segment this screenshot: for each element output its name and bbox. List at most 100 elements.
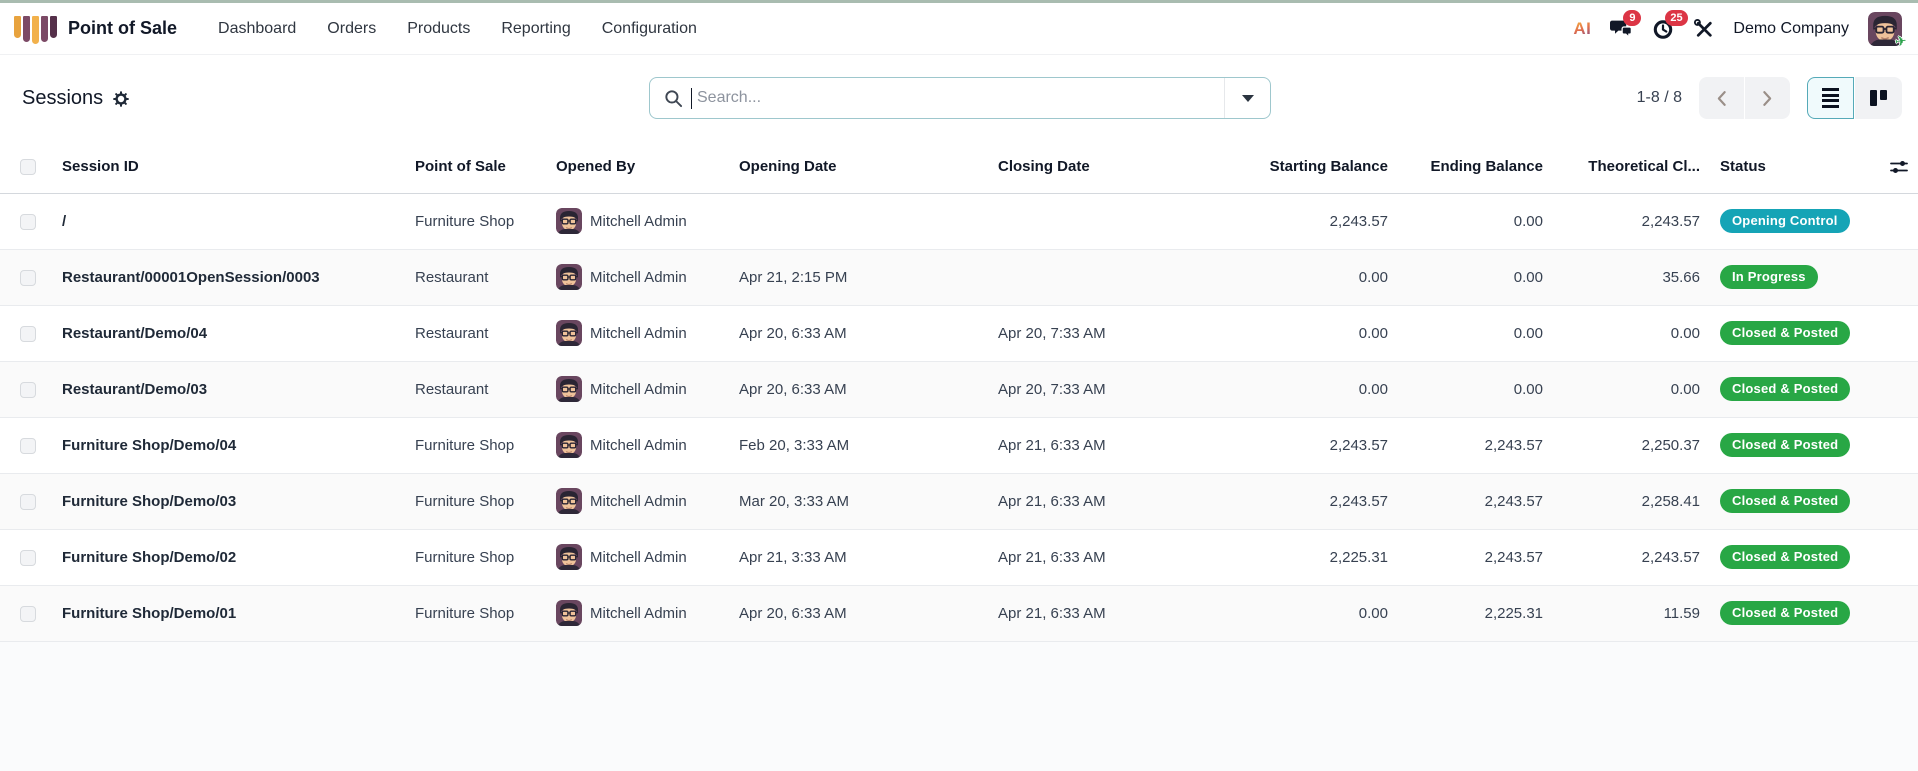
user-avatar-icon	[556, 320, 582, 346]
theoretical-closing-cell: 2,258.41	[1547, 472, 1704, 529]
action-menu-button[interactable]	[113, 91, 129, 107]
company-switcher[interactable]: Demo Company	[1733, 20, 1849, 38]
session-id-cell: Furniture Shop/Demo/04	[46, 416, 411, 473]
table-row[interactable]: Furniture Shop/Demo/04 Furniture Shop Mi…	[0, 416, 1918, 473]
theoretical-closing-cell: 0.00	[1547, 304, 1704, 361]
menu-dashboard[interactable]: Dashboard	[205, 12, 309, 46]
column-header-closing-date[interactable]: Closing Date	[994, 141, 1249, 194]
column-header-starting-balance[interactable]: Starting Balance	[1249, 141, 1392, 194]
table-row[interactable]: Furniture Shop/Demo/01 Furniture Shop Mi…	[0, 584, 1918, 642]
opening-date-cell: Apr 20, 6:33 AM	[735, 584, 994, 642]
session-id-cell: Furniture Shop/Demo/01	[46, 584, 411, 642]
theoretical-closing-cell: 0.00	[1547, 360, 1704, 417]
user-avatar-icon	[556, 208, 582, 234]
row-checkbox[interactable]	[20, 605, 36, 622]
closing-date-cell: Apr 20, 7:33 AM	[994, 304, 1249, 361]
activities-button[interactable]: 25	[1652, 9, 1688, 40]
ending-balance-cell: 2,243.57	[1392, 416, 1547, 473]
column-header-ending-balance[interactable]: Ending Balance	[1392, 141, 1547, 194]
session-id-cell: Restaurant/Demo/04	[46, 304, 411, 361]
opened-by-cell: Mitchell Admin	[552, 472, 735, 529]
row-checkbox[interactable]	[20, 381, 36, 398]
session-id-cell: /	[46, 192, 411, 249]
column-header-opened-by[interactable]: Opened By	[552, 141, 735, 194]
starting-balance-cell: 0.00	[1249, 360, 1392, 417]
column-header-theoretical-closing[interactable]: Theoretical Cl...	[1547, 141, 1704, 194]
table-row[interactable]: Restaurant/00001OpenSession/0003 Restaur…	[0, 248, 1918, 305]
user-avatar-icon	[556, 376, 582, 402]
starting-balance-cell: 0.00	[1249, 584, 1392, 642]
table-row[interactable]: Furniture Shop/Demo/02 Furniture Shop Mi…	[0, 528, 1918, 585]
select-all-checkbox[interactable]	[20, 159, 36, 176]
column-header-opening-date[interactable]: Opening Date	[735, 141, 994, 194]
table-row[interactable]: Restaurant/Demo/04 Restaurant Mitchell A…	[0, 304, 1918, 361]
point-of-sale-logo-icon	[14, 14, 57, 44]
opened-by-cell: Mitchell Admin	[552, 304, 735, 361]
table-header-row: Session ID Point of Sale Opened By Openi…	[0, 141, 1918, 194]
opening-date-cell: Mar 20, 3:33 AM	[735, 472, 994, 529]
opened-by-name: Mitchell Admin	[590, 212, 687, 230]
pager-next-button[interactable]	[1745, 77, 1790, 119]
status-badge: Closed & Posted	[1720, 321, 1851, 345]
column-header-point-of-sale[interactable]: Point of Sale	[411, 141, 552, 194]
opening-date-cell	[735, 192, 994, 249]
apps-menu-button[interactable]: Point of Sale	[14, 14, 177, 44]
search-dropdown-toggle[interactable]	[1224, 78, 1270, 118]
messages-count-badge: 9	[1623, 10, 1642, 26]
ending-balance-cell: 0.00	[1392, 248, 1547, 305]
opened-by-cell: Mitchell Admin	[552, 416, 735, 473]
opened-by-name: Mitchell Admin	[590, 380, 687, 398]
caret-down-icon	[1241, 94, 1254, 102]
ending-balance-cell: 0.00	[1392, 192, 1547, 249]
status-badge: In Progress	[1720, 265, 1818, 289]
ai-assistant-icon[interactable]: AI	[1573, 19, 1591, 39]
search-input[interactable]	[693, 89, 1224, 107]
user-avatar-icon	[556, 544, 582, 570]
pager-range[interactable]: 1-8 / 8	[1637, 89, 1682, 107]
column-header-session-id[interactable]: Session ID	[46, 141, 411, 194]
row-checkbox[interactable]	[20, 549, 36, 566]
session-id-cell: Restaurant/Demo/03	[46, 360, 411, 417]
point-of-sale-cell: Furniture Shop	[411, 416, 552, 473]
opening-date-cell: Apr 21, 3:33 AM	[735, 528, 994, 585]
theoretical-closing-cell: 2,243.57	[1547, 192, 1704, 249]
session-id-cell: Furniture Shop/Demo/02	[46, 528, 411, 585]
list-view-button[interactable]	[1807, 77, 1854, 119]
optional-columns-toggle[interactable]	[1888, 160, 1914, 174]
row-checkbox[interactable]	[20, 437, 36, 454]
table-row[interactable]: Restaurant/Demo/03 Restaurant Mitchell A…	[0, 360, 1918, 417]
row-checkbox[interactable]	[20, 213, 36, 230]
table-row[interactable]: Furniture Shop/Demo/03 Furniture Shop Mi…	[0, 472, 1918, 529]
ending-balance-cell: 2,243.57	[1392, 528, 1547, 585]
activities-count-badge: 25	[1665, 9, 1688, 26]
starting-balance-cell: 2,225.31	[1249, 528, 1392, 585]
menu-reporting[interactable]: Reporting	[488, 12, 583, 46]
point-of-sale-cell: Furniture Shop	[411, 192, 552, 249]
messages-button[interactable]: 9	[1610, 10, 1642, 39]
opened-by-name: Mitchell Admin	[590, 492, 687, 510]
opened-by-name: Mitchell Admin	[590, 268, 687, 286]
row-checkbox[interactable]	[20, 325, 36, 342]
point-of-sale-cell: Restaurant	[411, 304, 552, 361]
session-id-cell: Furniture Shop/Demo/03	[46, 472, 411, 529]
status-badge: Closed & Posted	[1720, 545, 1851, 569]
opening-date-cell: Apr 21, 2:15 PM	[735, 248, 994, 305]
pager-previous-button[interactable]	[1699, 77, 1744, 119]
menu-products[interactable]: Products	[394, 12, 483, 46]
kanban-view-button[interactable]	[1855, 77, 1902, 119]
column-header-status[interactable]: Status	[1704, 141, 1884, 194]
row-checkbox[interactable]	[20, 493, 36, 510]
status-badge: Closed & Posted	[1720, 601, 1851, 625]
user-menu-avatar[interactable]: ✈	[1868, 11, 1908, 49]
user-avatar-icon	[556, 600, 582, 626]
table-row[interactable]: / Furniture Shop Mitchell Admin 2,243.57…	[0, 192, 1918, 249]
menu-orders[interactable]: Orders	[314, 12, 389, 46]
debug-tools-button[interactable]	[1693, 18, 1714, 39]
opening-date-cell: Apr 20, 6:33 AM	[735, 360, 994, 417]
starting-balance-cell: 0.00	[1249, 304, 1392, 361]
closing-date-cell	[994, 248, 1249, 305]
point-of-sale-cell: Restaurant	[411, 360, 552, 417]
row-checkbox[interactable]	[20, 269, 36, 286]
menu-configuration[interactable]: Configuration	[589, 12, 710, 46]
ending-balance-cell: 2,225.31	[1392, 584, 1547, 642]
